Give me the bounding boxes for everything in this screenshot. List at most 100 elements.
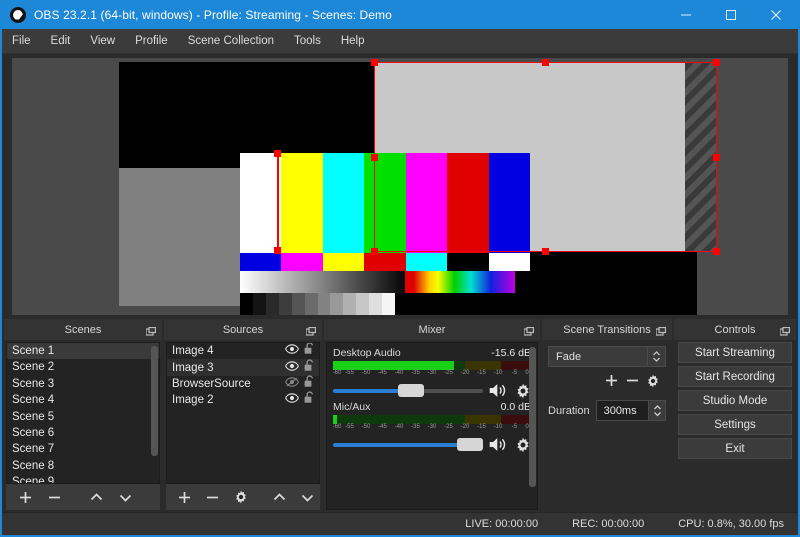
preview-canvas[interactable] — [12, 58, 788, 315]
menu-view[interactable]: View — [80, 29, 125, 54]
minimize-icon[interactable] — [663, 0, 708, 29]
menu-help[interactable]: Help — [331, 29, 375, 54]
source-item-icons — [285, 342, 315, 360]
controls-dock-title: Controls — [674, 319, 796, 340]
move-scene-down-button[interactable] — [112, 486, 138, 508]
scene-item[interactable]: Scene 2 — [7, 359, 159, 375]
close-icon[interactable] — [753, 0, 798, 29]
lock-open-icon[interactable] — [304, 375, 315, 393]
start-recording-button[interactable]: Start Recording — [678, 366, 792, 387]
resize-handle-bottom-left[interactable] — [371, 248, 378, 255]
eye-icon[interactable] — [285, 359, 299, 377]
volume-slider[interactable] — [333, 437, 483, 453]
meter-segment-inactive-2 — [501, 361, 531, 370]
source-item[interactable]: Image 2 — [167, 392, 319, 408]
mixer-body[interactable]: Desktop Audio-15.6 dB-60-55-50-45-40-35-… — [326, 342, 538, 510]
remove-scene-button[interactable] — [41, 486, 67, 508]
controls-buttons: Start Streaming Start Recording Studio Mod… — [674, 340, 796, 459]
scene-item[interactable]: Scene 9 — [7, 474, 159, 484]
add-scene-button[interactable] — [12, 486, 38, 508]
transition-properties-button[interactable] — [646, 374, 660, 393]
resize-handle-top-right[interactable] — [713, 59, 720, 66]
move-scene-up-button[interactable] — [83, 486, 109, 508]
settings-button[interactable]: Settings — [678, 414, 792, 435]
status-cpu: CPU: 0.8%, 30.00 fps — [678, 518, 784, 530]
source-item-label: Image 3 — [172, 362, 285, 374]
volume-slider-handle[interactable] — [398, 384, 424, 397]
scene-item[interactable]: Scene 3 — [7, 376, 159, 392]
lock-open-icon[interactable] — [304, 359, 315, 377]
resize-handle-top-center[interactable] — [542, 59, 549, 66]
remove-source-button[interactable] — [200, 486, 225, 508]
move-source-down-button[interactable] — [295, 486, 320, 508]
mixer-track-header: Mic/Aux0.0 dB — [333, 401, 531, 413]
color-bar-2 — [323, 153, 364, 253]
meter-tick-label: -15 — [477, 370, 486, 376]
source-properties-button[interactable] — [228, 486, 253, 508]
title-bar: OBS 23.2.1 (64-bit, windows) - Profile: … — [2, 0, 798, 29]
resize-handle-bottom-right[interactable] — [713, 248, 720, 255]
remove-transition-button[interactable] — [625, 373, 640, 393]
meter-tick-label: -60 — [333, 370, 342, 376]
scenes-list[interactable]: Scene 1Scene 2Scene 3Scene 4Scene 5Scene… — [6, 342, 160, 484]
source-item[interactable]: BrowserSource — [167, 376, 319, 392]
transitions-dock: Scene Transitions Fade — [542, 319, 672, 512]
secondary-selection-handle-top[interactable] — [274, 150, 281, 157]
menu-edit[interactable]: Edit — [41, 29, 81, 54]
mixer-scrollbar[interactable] — [529, 347, 536, 487]
resize-handle-middle-left[interactable] — [371, 154, 378, 161]
float-dock-icon[interactable] — [656, 324, 666, 334]
eye-icon[interactable] — [285, 391, 299, 409]
eye-off-icon[interactable] — [285, 375, 299, 393]
duration-stepper-icon[interactable] — [648, 401, 665, 420]
gray-step-10 — [369, 293, 382, 315]
scene-item[interactable]: Scene 1 — [7, 343, 159, 359]
sources-list[interactable]: Image 4 Image 3 BrowserSourceImage 2 — [166, 342, 320, 484]
menu-scene-collection[interactable]: Scene Collection — [178, 29, 284, 54]
source-item[interactable]: Image 4 — [167, 343, 319, 359]
duration-label: Duration — [548, 405, 590, 417]
scenes-scrollbar[interactable] — [151, 346, 158, 456]
obs-main-window: OBS 23.2.1 (64-bit, windows) - Profile: … — [0, 0, 800, 537]
add-transition-button[interactable] — [604, 373, 619, 393]
resize-handle-bottom-center[interactable] — [542, 248, 549, 255]
lock-open-icon[interactable] — [304, 342, 315, 360]
move-source-up-button[interactable] — [267, 486, 292, 508]
meter-segment-inactive-0 — [454, 361, 465, 370]
float-dock-icon[interactable] — [780, 324, 790, 334]
volume-slider[interactable] — [333, 383, 483, 399]
meter-scale: -60-55-50-45-40-35-30-25-20-15-10-50 — [333, 424, 531, 433]
duration-input[interactable]: 300ms — [596, 400, 666, 421]
speaker-icon[interactable] — [488, 436, 510, 453]
menu-file[interactable]: File — [2, 29, 41, 54]
add-source-button[interactable] — [172, 486, 197, 508]
float-dock-icon[interactable] — [306, 324, 316, 334]
lock-open-icon[interactable] — [304, 391, 315, 409]
scene-item[interactable]: Scene 7 — [7, 441, 159, 457]
transition-select-arrows-icon[interactable] — [647, 347, 665, 366]
start-streaming-button[interactable]: Start Streaming — [678, 342, 792, 363]
volume-slider-handle[interactable] — [457, 438, 483, 451]
eye-icon[interactable] — [285, 342, 299, 360]
mixer-level-meter — [333, 361, 531, 370]
scene-item[interactable]: Scene 8 — [7, 458, 159, 474]
float-dock-icon[interactable] — [146, 324, 156, 334]
duration-row: Duration 300ms — [548, 400, 666, 421]
float-dock-icon[interactable] — [524, 324, 534, 334]
secondary-selection-handle-bottom[interactable] — [274, 247, 281, 254]
resize-handle-top-left[interactable] — [371, 59, 378, 66]
selection-outline[interactable] — [374, 62, 717, 252]
maximize-icon[interactable] — [708, 0, 753, 29]
resize-handle-middle-right[interactable] — [713, 154, 720, 161]
studio-mode-button[interactable]: Studio Mode — [678, 390, 792, 411]
transition-select[interactable]: Fade — [548, 346, 666, 367]
speaker-icon[interactable] — [488, 382, 510, 399]
exit-button[interactable]: Exit — [678, 438, 792, 459]
menu-profile[interactable]: Profile — [125, 29, 178, 54]
source-item[interactable]: Image 3 — [167, 359, 319, 375]
scene-item[interactable]: Scene 4 — [7, 392, 159, 408]
preview-gray-steps — [240, 293, 395, 315]
scene-item[interactable]: Scene 5 — [7, 409, 159, 425]
menu-tools[interactable]: Tools — [284, 29, 331, 54]
scene-item[interactable]: Scene 6 — [7, 425, 159, 441]
